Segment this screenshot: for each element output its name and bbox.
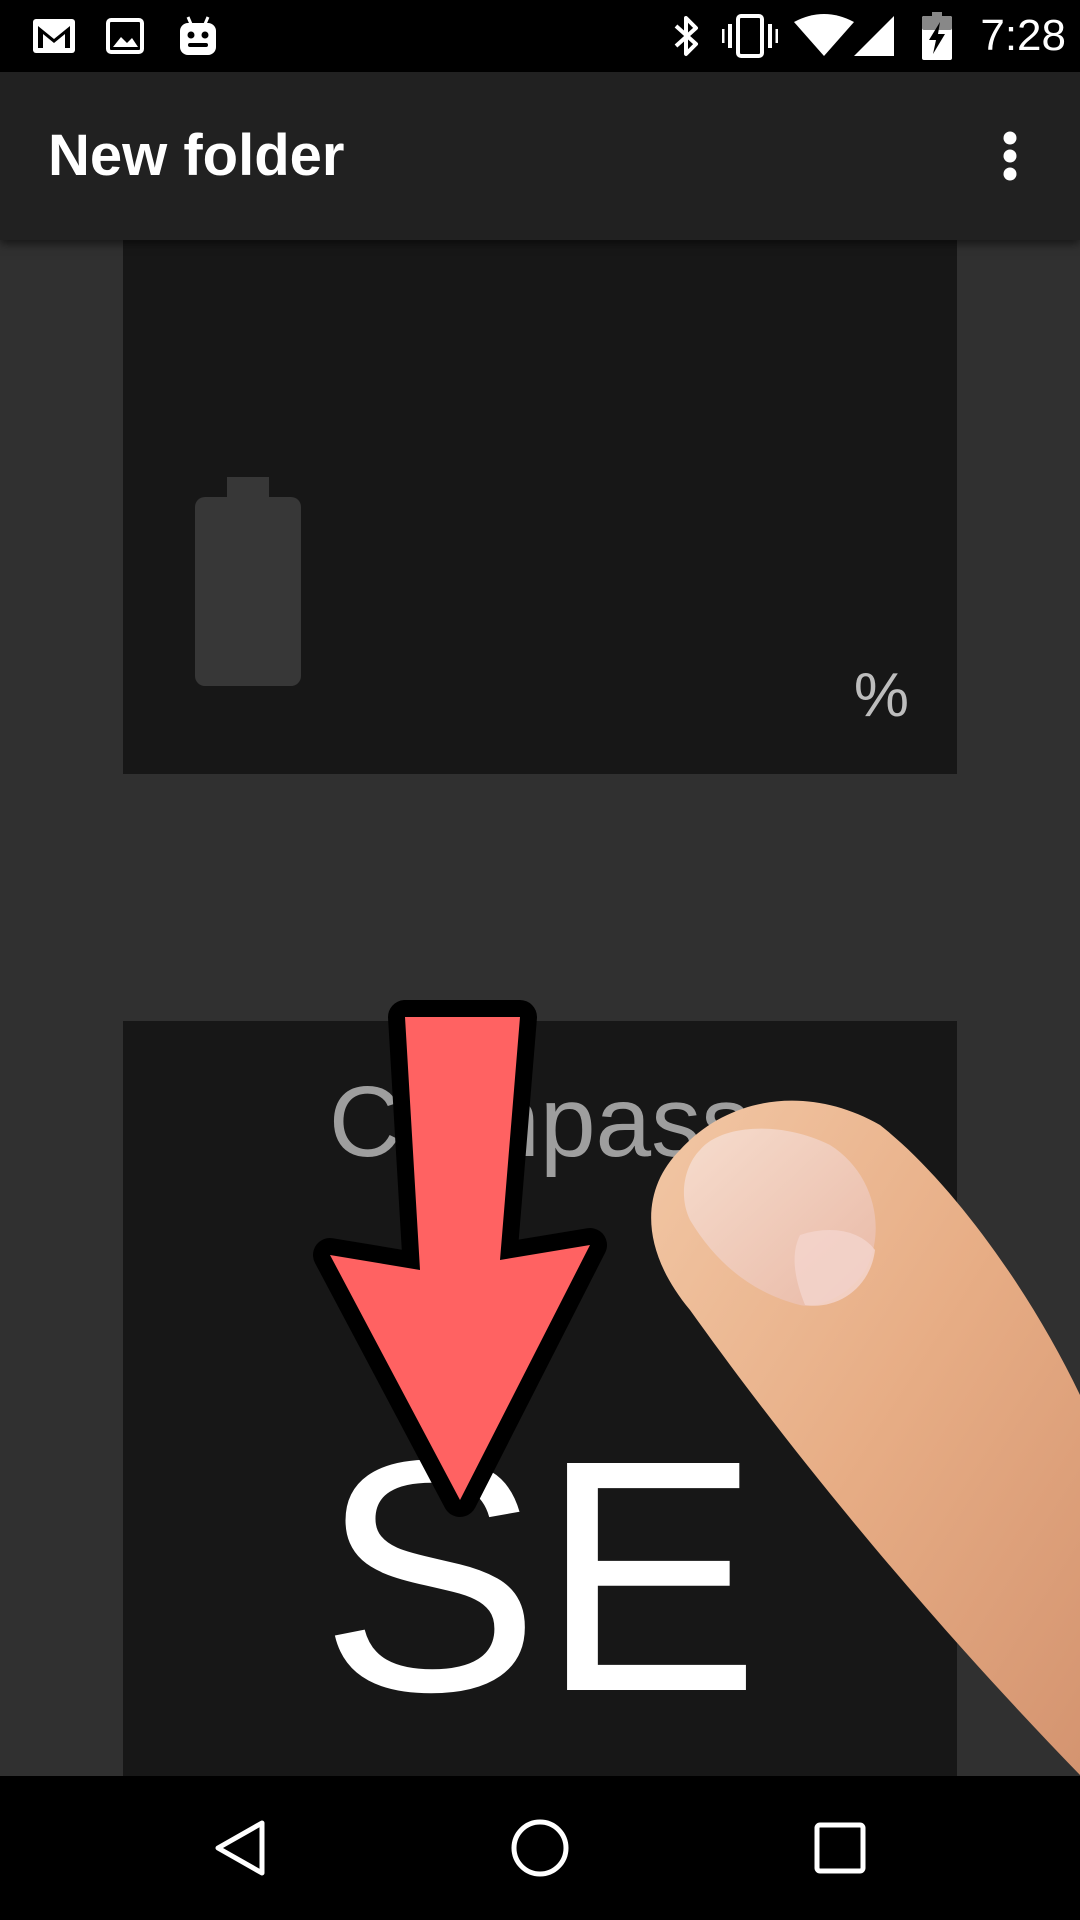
status-time: 7:28	[980, 11, 1066, 60]
gmail-icon	[32, 0, 76, 72]
android-icon	[178, 0, 218, 72]
compass-heading: SE	[319, 1391, 761, 1760]
recents-button[interactable]	[750, 1776, 930, 1920]
battery-charging-icon	[922, 0, 952, 72]
compass-widget[interactable]: Compass SE	[123, 1021, 957, 1776]
status-bar: 7:28	[0, 0, 1080, 72]
cell-signal-icon	[854, 0, 896, 72]
home-button[interactable]	[450, 1776, 630, 1920]
more-vert-icon	[1003, 131, 1017, 181]
back-button[interactable]	[150, 1776, 330, 1920]
home-icon	[511, 1819, 569, 1877]
page-title: New folder	[48, 123, 345, 188]
vibrate-icon	[722, 0, 778, 72]
compass-title: Compass	[328, 1066, 752, 1178]
widget-list[interactable]: % Compass SE	[0, 240, 1080, 1776]
overflow-menu-button[interactable]	[970, 116, 1050, 196]
app-bar: New folder	[0, 72, 1080, 240]
wifi-icon	[794, 0, 854, 72]
battery-icon	[195, 477, 301, 691]
battery-widget[interactable]: %	[123, 240, 957, 774]
recents-icon	[814, 1822, 866, 1874]
navigation-bar	[0, 1776, 1080, 1920]
gallery-icon	[106, 0, 144, 72]
battery-percent-label: %	[853, 661, 909, 730]
back-icon	[215, 1820, 265, 1876]
bluetooth-icon	[672, 0, 702, 72]
